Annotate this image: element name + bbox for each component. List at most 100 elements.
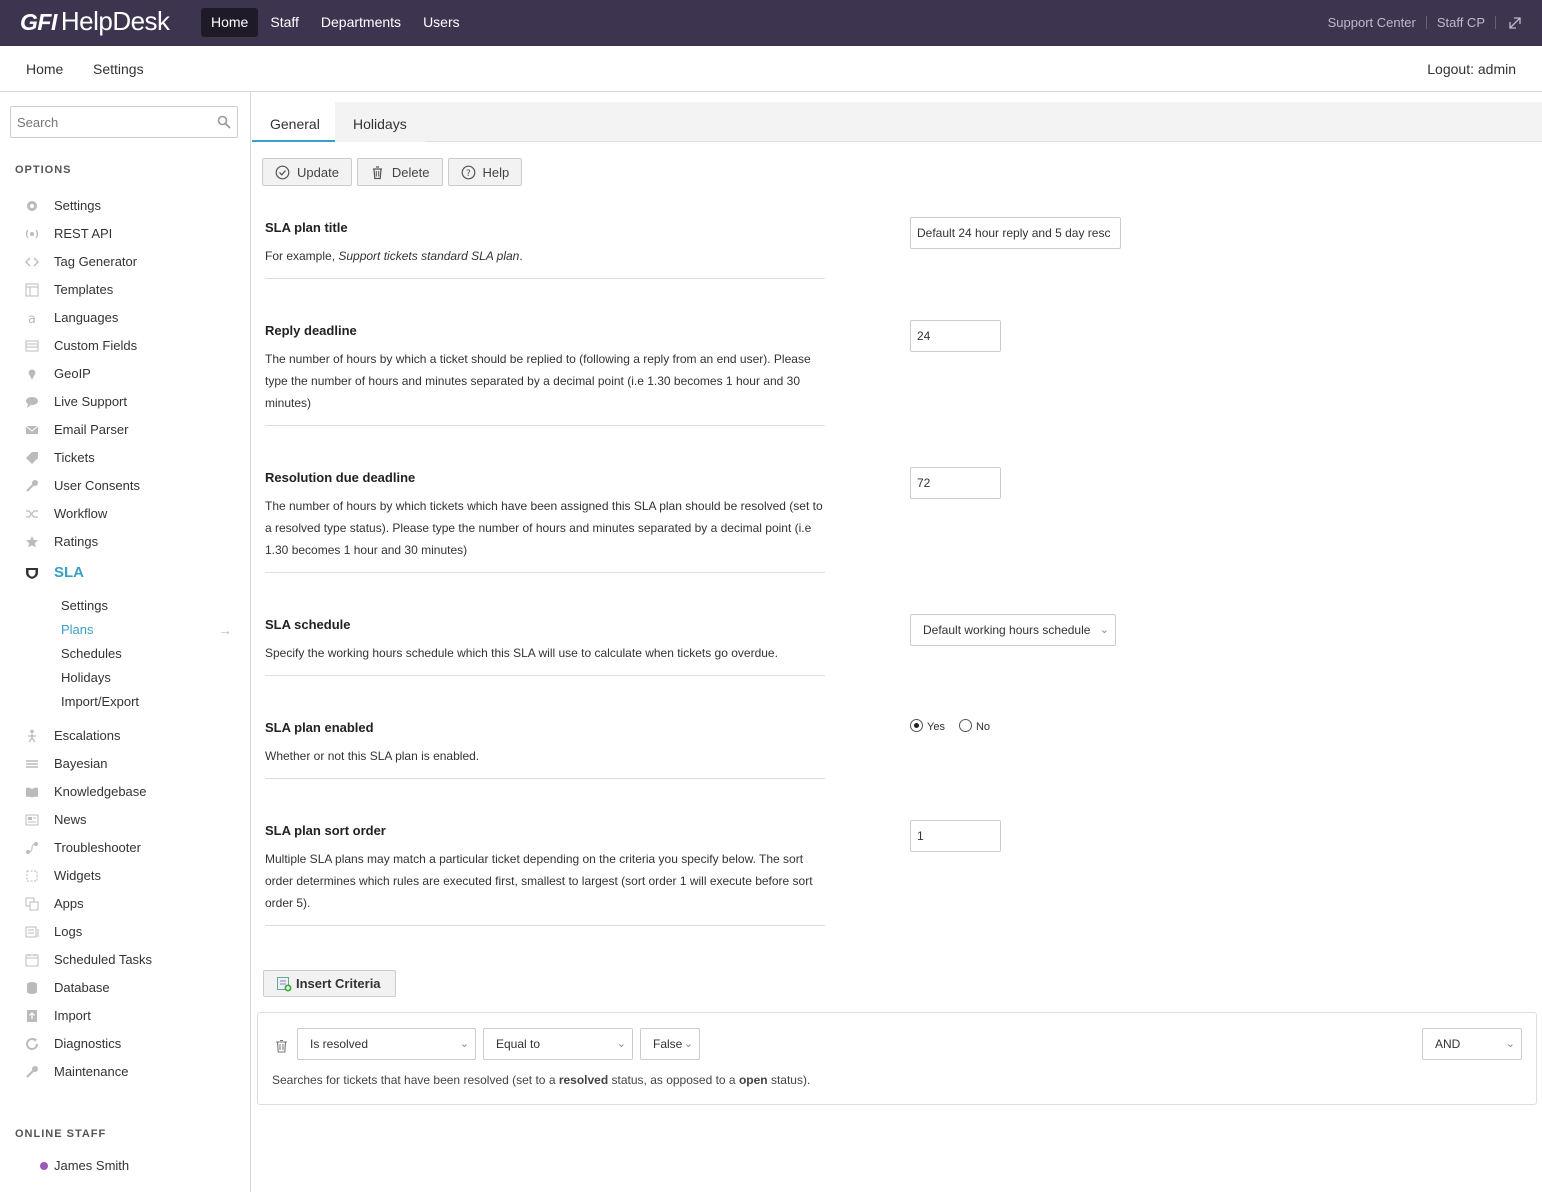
code-icon	[25, 257, 39, 267]
sidebar-item-import[interactable]: Import	[0, 1002, 250, 1030]
widget-icon	[26, 870, 38, 882]
chevron-down-icon: ⌄	[616, 1038, 626, 1050]
sla-subnav: Settings Plans → Schedules Holidays Impor…	[0, 590, 250, 722]
chevron-down-icon: ⌄	[1505, 1038, 1515, 1050]
select-value: Is resolved	[310, 1037, 369, 1051]
field-description: Whether or not this SLA plan is enabled.	[265, 749, 480, 763]
search-input[interactable]	[11, 107, 201, 137]
check-circle-icon	[275, 165, 290, 179]
criteria-value-select[interactable]: False ⌄	[640, 1028, 700, 1060]
field-description: Specify the working hours schedule which…	[265, 646, 778, 660]
criteria-field-select[interactable]: Is resolved ⌄	[297, 1028, 476, 1060]
enabled-no-radio[interactable]	[958, 719, 972, 732]
insert-criteria-button[interactable]: Insert Criteria	[263, 970, 396, 997]
external-link-icon[interactable]	[1508, 16, 1522, 30]
sidebar-item-email-parser[interactable]: Email Parser	[0, 416, 250, 444]
sidebar-item-troubleshooter[interactable]: Troubleshooter	[0, 834, 250, 862]
topnav-users[interactable]: Users	[413, 8, 470, 37]
sidebar-item-database[interactable]: Database	[0, 974, 250, 1002]
online-staff-title: ONLINE STAFF	[15, 1128, 107, 1140]
sla-title-input[interactable]: Default 24 hour reply and 5 day resc	[910, 217, 1121, 249]
sidebar-item-label: Knowledgebase	[54, 784, 147, 799]
topnav-home[interactable]: Home	[201, 8, 259, 37]
route-icon	[26, 842, 38, 854]
sla-sub-import-export[interactable]: Import/Export	[0, 690, 250, 714]
subnav-settings[interactable]: Settings	[93, 61, 144, 77]
note-text: status, as opposed to a	[608, 1073, 739, 1087]
topnav-departments[interactable]: Departments	[311, 8, 411, 37]
chat-icon	[26, 397, 38, 408]
sidebar-item-widgets[interactable]: Widgets	[0, 862, 250, 890]
chevron-down-icon: ⌄	[683, 1038, 693, 1050]
brand-logo[interactable]: GFI HelpDesk	[20, 6, 170, 37]
delete-label: Delete	[391, 164, 430, 180]
logout-link[interactable]: Logout: admin	[1427, 61, 1516, 77]
sidebar-item-maintenance[interactable]: Maintenance	[0, 1058, 250, 1086]
sidebar-item-settings[interactable]: Settings	[0, 192, 250, 220]
field-description: The number of hours by which a ticket sh…	[265, 352, 811, 410]
sidebar-item-label: Tag Generator	[54, 254, 138, 269]
sidebar-item-apps[interactable]: Apps	[0, 890, 250, 918]
sla-schedule-select[interactable]: Default working hours schedule ⌄	[910, 614, 1116, 646]
sidebar-item-sla[interactable]: SLA	[0, 556, 250, 590]
enabled-yes-radio[interactable]	[910, 719, 923, 732]
support-center-link[interactable]: Support Center	[1328, 15, 1416, 30]
sidebar-item-user-consents[interactable]: User Consents	[0, 472, 250, 500]
sidebar-item-workflow[interactable]: Workflow	[0, 500, 250, 528]
sla-sub-plans[interactable]: Plans →	[0, 618, 250, 642]
field-label: SLA plan sort order	[265, 823, 386, 838]
sla-sub-holidays[interactable]: Holidays	[0, 666, 250, 690]
topnav-staff[interactable]: Staff	[260, 8, 309, 37]
update-button[interactable]: Update	[262, 158, 352, 186]
help-button[interactable]: ? Help	[447, 158, 523, 186]
trash-icon[interactable]	[275, 1039, 288, 1053]
sidebar-item-rest-api[interactable]: REST API	[0, 220, 250, 248]
sidebar-item-label: Database	[54, 980, 110, 995]
sla-sub-label: Plans	[61, 622, 94, 637]
sidebar-item-tag-generator[interactable]: Tag Generator	[0, 248, 250, 276]
sidebar-item-logs[interactable]: Logs	[0, 918, 250, 946]
tab-holidays[interactable]: Holidays	[335, 102, 425, 142]
tab-general[interactable]: General	[252, 102, 338, 142]
reply-deadline-input[interactable]: 24	[910, 320, 1001, 352]
sidebar-item-tickets[interactable]: Tickets	[0, 444, 250, 472]
online-staff-member[interactable]: James Smith	[40, 1158, 129, 1173]
search-icon[interactable]	[217, 115, 231, 129]
help-label: Help	[482, 164, 510, 180]
field-description: The number of hours by which tickets whi…	[265, 499, 823, 557]
brand-prefix: GFI	[20, 9, 57, 35]
criteria-join-select[interactable]: AND ⌄	[1422, 1028, 1522, 1060]
sidebar-item-templates[interactable]: Templates	[0, 276, 250, 304]
update-label: Update	[297, 164, 339, 180]
divider	[1495, 16, 1496, 29]
sidebar-item-scheduled-tasks[interactable]: Scheduled Tasks	[0, 946, 250, 974]
sidebar-item-diagnostics[interactable]: Diagnostics	[0, 1030, 250, 1058]
sidebar-item-news[interactable]: News	[0, 806, 250, 834]
criteria-operator-select[interactable]: Equal to ⌄	[483, 1028, 633, 1060]
staff-name: James Smith	[54, 1158, 130, 1173]
sidebar-item-geoip[interactable]: GeoIP	[0, 360, 250, 388]
criteria-add-icon	[277, 976, 292, 991]
note-text: status).	[767, 1073, 811, 1087]
sla-sub-settings[interactable]: Settings	[0, 594, 250, 618]
sidebar-item-bayesian[interactable]: Bayesian	[0, 750, 250, 778]
sla-sub-schedules[interactable]: Schedules	[0, 642, 250, 666]
field-label: Reply deadline	[265, 323, 357, 338]
sort-order-input[interactable]: 1	[910, 820, 1001, 852]
sidebar-item-languages[interactable]: a Languages	[0, 304, 250, 332]
sidebar-item-knowledgebase[interactable]: Knowledgebase	[0, 778, 250, 806]
gear-icon	[27, 201, 37, 211]
template-icon	[25, 283, 39, 297]
options-nav: Settings REST API Tag Generator Template…	[0, 192, 250, 1086]
sidebar-item-escalations[interactable]: Escalations	[0, 722, 250, 750]
top-bar: GFI HelpDesk Home Staff Departments Users…	[0, 0, 1542, 46]
delete-button[interactable]: Delete	[356, 158, 443, 186]
resolution-deadline-input[interactable]: 72	[910, 467, 1001, 499]
sidebar-item-custom-fields[interactable]: Custom Fields	[0, 332, 250, 360]
field-description: For example, Support tickets standard SL…	[265, 245, 825, 267]
sidebar-item-ratings[interactable]: Ratings	[0, 528, 250, 556]
subnav-home[interactable]: Home	[26, 61, 63, 77]
note-bold: open	[738, 1073, 768, 1087]
sidebar-item-live-support[interactable]: Live Support	[0, 388, 250, 416]
staff-cp-link[interactable]: Staff CP	[1437, 15, 1485, 30]
